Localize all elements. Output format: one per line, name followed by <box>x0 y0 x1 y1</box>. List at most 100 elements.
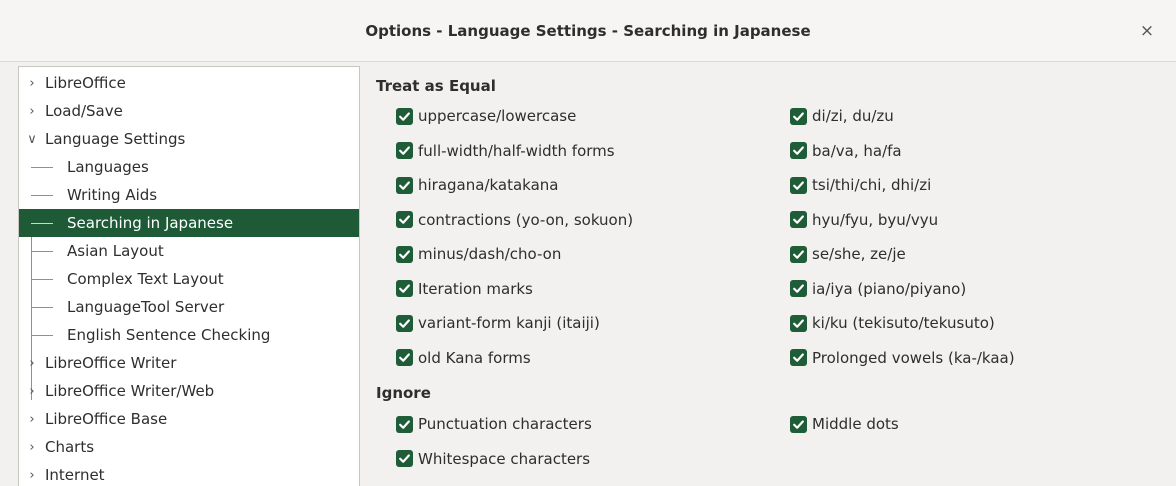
tree-item-label: English Sentence Checking <box>67 326 271 344</box>
checkbox-checked-icon[interactable] <box>396 415 413 433</box>
checkbox-contractions-yo-on-sokuon[interactable]: contractions (yo-on, sokuon) <box>396 209 633 231</box>
checkbox-checked-icon[interactable] <box>790 245 807 263</box>
tree-item-language-settings[interactable]: ∨ Language Settings <box>19 125 359 153</box>
checkbox-ki-ku-tekisuto-tekusuto[interactable]: ki/ku (tekisuto/tekusuto) <box>790 312 995 334</box>
window-title: Options - Language Settings - Searching … <box>365 21 811 40</box>
tree-item-searching-in-japanese[interactable]: Searching in Japanese <box>19 209 359 237</box>
checkbox-checked-icon[interactable] <box>790 107 807 125</box>
chevron-right-icon[interactable]: › <box>25 76 39 91</box>
options-tree[interactable]: › LibreOffice › Load/Save ∨ Language Settings… <box>18 66 360 486</box>
tree-branch-line <box>31 195 53 196</box>
checkbox-label: di/zi, du/zu <box>812 107 894 125</box>
checkbox-minus-dash-cho-on[interactable]: minus/dash/cho-on <box>396 243 561 265</box>
tree-item-internet[interactable]: › Internet <box>19 461 359 486</box>
checkbox-se-she-ze-je[interactable]: se/she, ze/je <box>790 243 906 265</box>
checkbox-label: tsi/thi/chi, dhi/zi <box>812 176 932 194</box>
tree-item-label: Languages <box>67 158 149 176</box>
tree-item-load-save[interactable]: › Load/Save <box>19 97 359 125</box>
tree-item-languagetool-server[interactable]: LanguageTool Server <box>19 293 359 321</box>
checkbox-label: Punctuation characters <box>418 415 592 433</box>
tree-item-label: Writing Aids <box>67 186 158 204</box>
tree-branch-line <box>31 223 53 224</box>
checkbox-checked-icon[interactable] <box>396 314 413 332</box>
checkbox-checked-icon[interactable] <box>396 107 413 125</box>
checkbox-checked-icon[interactable] <box>790 349 807 366</box>
checkbox-old-kana-forms[interactable]: old Kana forms <box>396 347 531 369</box>
treat-as-equal-heading: Treat as Equal <box>376 77 496 95</box>
checkbox-label: hiragana/katakana <box>418 176 559 194</box>
tree-item-charts[interactable]: › Charts <box>19 433 359 461</box>
checkbox-checked-icon[interactable] <box>790 176 807 194</box>
tree-item-writing-aids[interactable]: Writing Aids <box>19 181 359 209</box>
checkbox-label: minus/dash/cho-on <box>418 245 562 263</box>
chevron-right-icon[interactable]: › <box>25 440 39 455</box>
tree-item-english-sentence-checking[interactable]: English Sentence Checking <box>19 321 359 349</box>
checkbox-label: full-width/half-width forms <box>418 141 615 160</box>
tree-item-label: Internet <box>45 466 105 484</box>
tree-item-label: Complex Text Layout <box>67 270 224 288</box>
tree-item-languages[interactable]: Languages <box>19 153 359 181</box>
tree-branch-line <box>31 167 53 168</box>
tree-item-libreoffice-writer-web[interactable]: › LibreOffice Writer/Web <box>19 377 359 405</box>
checkbox-di-zi-du-zu[interactable]: di/zi, du/zu <box>790 105 894 127</box>
tree-branch-line <box>31 307 53 308</box>
tree-item-label: LibreOffice Base <box>45 410 168 428</box>
checkbox-label: old Kana forms <box>418 348 531 367</box>
checkbox-label: se/she, ze/je <box>812 245 906 263</box>
checkbox-tsi-thi-chi-dhi-zi[interactable]: tsi/thi/chi, dhi/zi <box>790 174 931 196</box>
checkbox-checked-icon[interactable] <box>396 245 413 263</box>
checkbox-checked-icon[interactable] <box>396 142 413 159</box>
chevron-right-icon[interactable]: › <box>25 104 39 119</box>
tree-item-label: Language Settings <box>45 130 186 148</box>
checkbox-ia-iya-piano-piyano[interactable]: ia/iya (piano/piyano) <box>790 278 966 300</box>
tree-item-libreoffice[interactable]: › LibreOffice <box>19 69 359 97</box>
close-icon[interactable]: × <box>1136 20 1158 42</box>
tree-item-libreoffice-writer[interactable]: › LibreOffice Writer <box>19 349 359 377</box>
chevron-right-icon[interactable]: › <box>25 468 39 483</box>
checkbox-punctuation-characters[interactable]: Punctuation characters <box>396 413 592 435</box>
checkbox-prolonged-vowels-ka-kaa[interactable]: Prolonged vowels (ka-/kaa) <box>790 347 1015 369</box>
checkbox-checked-icon[interactable] <box>790 415 807 433</box>
chevron-right-icon[interactable]: › <box>25 356 39 371</box>
checkbox-checked-icon[interactable] <box>790 314 807 332</box>
checkbox-middle-dots[interactable]: Middle dots <box>790 413 899 435</box>
tree-item-label: Charts <box>45 438 95 456</box>
tree-branch-line <box>31 335 53 336</box>
checkbox-label: ki/ku (tekisuto/tekusuto) <box>812 314 995 332</box>
checkbox-label: Middle dots <box>812 415 899 433</box>
checkbox-variant-form-kanji-itaiji[interactable]: variant-form kanji (itaiji) <box>396 312 600 334</box>
checkbox-full-width-half-width-forms[interactable]: full-width/half-width forms <box>396 140 615 162</box>
checkbox-label: variant-form kanji (itaiji) <box>418 314 600 332</box>
tree-item-label: Asian Layout <box>67 242 164 260</box>
checkbox-checked-icon[interactable] <box>790 142 807 159</box>
ignore-heading: Ignore <box>376 384 431 402</box>
title-bar: Options - Language Settings - Searching … <box>0 0 1176 62</box>
checkbox-iteration-marks[interactable]: Iteration marks <box>396 278 533 300</box>
tree-item-asian-layout[interactable]: Asian Layout <box>19 237 359 265</box>
chevron-right-icon[interactable]: › <box>25 412 39 427</box>
checkbox-checked-icon[interactable] <box>790 211 807 228</box>
tree-item-label: Load/Save <box>45 102 123 120</box>
tree-branch-line <box>31 279 53 280</box>
checkbox-checked-icon[interactable] <box>396 211 413 228</box>
checkbox-label: Prolonged vowels (ka-/kaa) <box>812 348 1015 367</box>
checkbox-ba-va-ha-fa[interactable]: ba/va, ha/fa <box>790 140 902 162</box>
checkbox-hyu-fyu-byu-vyu[interactable]: hyu/fyu, byu/vyu <box>790 209 938 231</box>
checkbox-label: Iteration marks <box>418 279 533 298</box>
tree-item-label: LanguageTool Server <box>67 298 225 316</box>
checkbox-checked-icon[interactable] <box>790 280 807 297</box>
checkbox-label: ba/va, ha/fa <box>812 141 902 160</box>
chevron-down-icon[interactable]: ∨ <box>25 132 39 147</box>
checkbox-hiragana-katakana[interactable]: hiragana/katakana <box>396 174 559 196</box>
checkbox-checked-icon[interactable] <box>396 280 413 297</box>
chevron-right-icon[interactable]: › <box>25 384 39 399</box>
checkbox-checked-icon[interactable] <box>396 349 413 366</box>
checkbox-checked-icon[interactable] <box>396 176 413 194</box>
tree-item-complex-text-layout[interactable]: Complex Text Layout <box>19 265 359 293</box>
tree-item-libreoffice-base[interactable]: › LibreOffice Base <box>19 405 359 433</box>
tree-item-label: Searching in Japanese <box>67 214 234 232</box>
checkbox-uppercase-lowercase[interactable]: uppercase/lowercase <box>396 105 576 127</box>
checkbox-checked-icon[interactable] <box>396 450 413 467</box>
checkbox-whitespace-characters[interactable]: Whitespace characters <box>396 448 590 470</box>
settings-panel: Treat as Equal uppercase/lowercase full-w… <box>362 66 1176 486</box>
